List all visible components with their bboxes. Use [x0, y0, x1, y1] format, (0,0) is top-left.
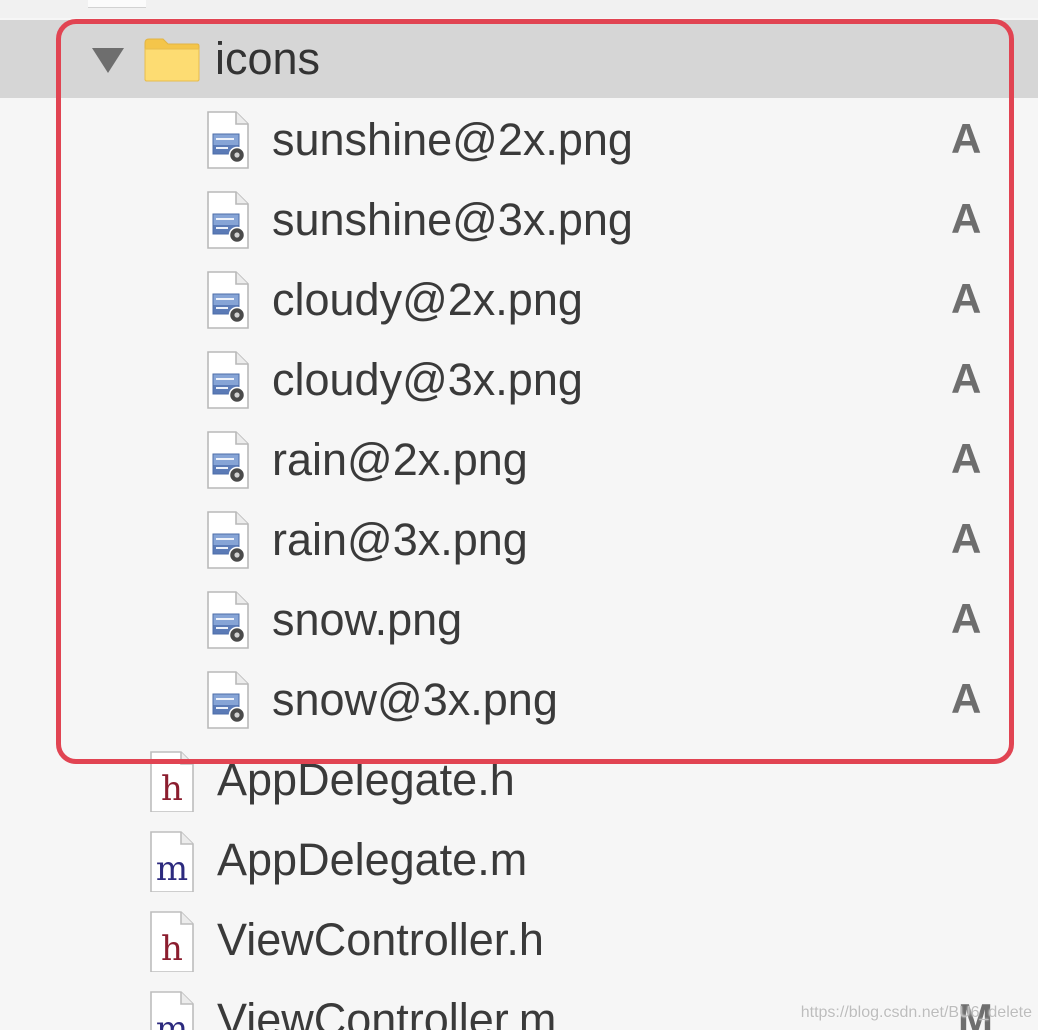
- status-badge: A: [951, 195, 982, 242]
- folder-row-icons[interactable]: icons: [0, 20, 1038, 98]
- status-badge: A: [951, 355, 982, 402]
- file-name: AppDelegate.h: [217, 754, 515, 805]
- file-name: cloudy@3x.png: [272, 354, 583, 405]
- svg-text:h: h: [161, 769, 183, 809]
- image-file-icon: [205, 110, 251, 170]
- file-row[interactable]: sunshine@3x.png A: [0, 180, 1038, 260]
- folder-icon: [144, 38, 200, 82]
- status-badge: A: [951, 275, 982, 322]
- file-name: ViewController.h: [217, 914, 544, 965]
- image-file-icon: [205, 670, 251, 730]
- file-row[interactable]: m AppDelegate.m: [0, 820, 1038, 900]
- partial-row-above[interactable]: [88, 0, 146, 8]
- status-badge: A: [951, 595, 982, 642]
- file-row[interactable]: h AppDelegate.h: [0, 740, 1038, 820]
- file-name: sunshine@3x.png: [272, 194, 633, 245]
- file-row[interactable]: sunshine@2x.png A: [0, 100, 1038, 180]
- header-file-icon: h: [150, 911, 194, 972]
- file-name: sunshine@2x.png: [272, 114, 633, 165]
- implementation-file-icon: m: [150, 991, 194, 1030]
- header-file-icon: h: [150, 751, 194, 812]
- watermark: https://blog.csdn.net/BU6_delete: [800, 1004, 1032, 1021]
- file-name: snow@3x.png: [272, 674, 558, 725]
- image-file-icon: [205, 430, 251, 490]
- svg-text:m: m: [156, 1009, 188, 1030]
- file-row[interactable]: snow@3x.png A: [0, 660, 1038, 740]
- svg-text:h: h: [161, 929, 183, 969]
- image-file-icon: [205, 590, 251, 650]
- file-name: cloudy@2x.png: [272, 274, 583, 325]
- folder-name: icons: [215, 33, 321, 84]
- file-row[interactable]: cloudy@3x.png A: [0, 340, 1038, 420]
- file-name: rain@3x.png: [272, 514, 528, 565]
- file-name: snow.png: [272, 594, 463, 645]
- file-name: AppDelegate.m: [217, 834, 528, 885]
- status-badge: A: [951, 515, 982, 562]
- svg-text:m: m: [156, 849, 188, 889]
- image-file-icon: [205, 190, 251, 250]
- file-row[interactable]: cloudy@2x.png A: [0, 260, 1038, 340]
- disclosure-triangle-icon[interactable]: [91, 47, 125, 74]
- image-file-icon: [205, 510, 251, 570]
- file-row[interactable]: snow.png A: [0, 580, 1038, 660]
- file-name: ViewController.m: [217, 996, 557, 1030]
- file-row[interactable]: h ViewController.h: [0, 900, 1038, 980]
- file-name: rain@2x.png: [272, 434, 528, 485]
- status-badge: A: [951, 435, 982, 482]
- project-navigator: icons sunshine@2x.png A sunshine@3x.png …: [0, 0, 1038, 1030]
- implementation-file-icon: m: [150, 831, 194, 892]
- previous-row-edge: [0, 0, 1038, 18]
- status-badge: A: [951, 115, 982, 162]
- image-file-icon: [205, 350, 251, 410]
- status-badge: A: [951, 675, 982, 722]
- file-row[interactable]: rain@3x.png A: [0, 500, 1038, 580]
- file-row[interactable]: rain@2x.png A: [0, 420, 1038, 500]
- image-file-icon: [205, 270, 251, 330]
